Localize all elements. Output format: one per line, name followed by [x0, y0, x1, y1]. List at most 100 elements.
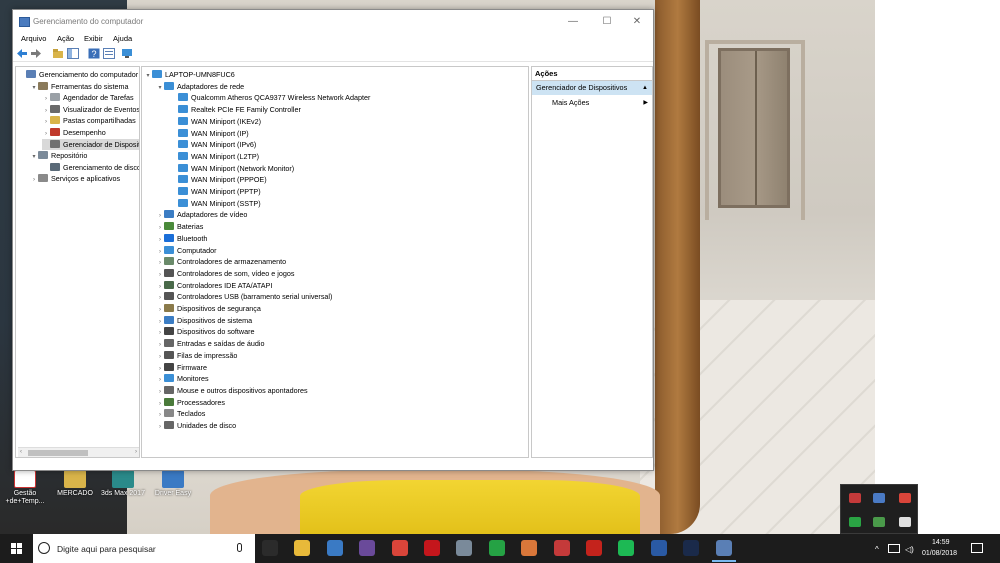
close-button[interactable]: ✕	[621, 10, 653, 34]
tree-expander-icon[interactable]: ›	[156, 422, 164, 434]
network-adapter-item[interactable]: WAN Miniport (PPPOE)	[170, 174, 267, 186]
tree-expander-icon[interactable]: ▾	[156, 83, 164, 95]
device-category-network[interactable]: ▾ Adaptadores de rede	[156, 81, 244, 93]
horizontal-scrollbar[interactable]: ‹ ›	[18, 447, 139, 457]
network-adapter-item[interactable]: Qualcomm Atheros QCA9377 Wireless Networ…	[170, 92, 370, 104]
network-adapter-item[interactable]: WAN Miniport (Network Monitor)	[170, 163, 294, 175]
desktop-icon-driver-easy[interactable]: Driver Easy	[148, 470, 198, 498]
tree-expander-icon[interactable]: ▾	[30, 83, 38, 95]
device-category-item[interactable]: › Processadores	[156, 397, 225, 409]
device-category-item[interactable]: › Controladores de som, vídeo e jogos	[156, 268, 294, 280]
tray-app-icon[interactable]	[873, 493, 885, 503]
computer-management-icon[interactable]	[711, 540, 736, 562]
menu-acao[interactable]: Ação	[57, 34, 74, 43]
clock-time[interactable]: 14:59	[932, 539, 950, 546]
instagram-icon[interactable]	[521, 540, 538, 556]
volume-icon[interactable]: ◁)	[905, 545, 914, 554]
action-center-icon[interactable]	[971, 543, 983, 553]
tree-item[interactable]: › Desempenho	[42, 127, 106, 139]
clock-date[interactable]: 01/08/2018	[922, 550, 957, 557]
up-folder-icon[interactable]	[52, 48, 64, 59]
device-category-item[interactable]: › Teclados	[156, 408, 205, 420]
app-icon[interactable]	[456, 540, 473, 556]
microphone-icon[interactable]	[237, 543, 242, 552]
device-category-item[interactable]: › Controladores USB (barramento serial un…	[156, 291, 332, 303]
tree-item[interactable]: › Pastas compartilhadas	[42, 115, 136, 127]
tray-app-icon[interactable]	[849, 493, 861, 503]
network-adapter-item[interactable]: WAN Miniport (PPTP)	[170, 186, 261, 198]
tray-app-icon[interactable]	[899, 493, 911, 503]
device-category-item[interactable]: › Baterias	[156, 221, 203, 233]
collapse-up-icon[interactable]: ▲	[642, 81, 648, 95]
device-category-item[interactable]: › Controladores IDE ATA/ATAPI	[156, 280, 272, 292]
taskbar-search-box[interactable]: Digite aqui para pesquisar	[33, 534, 255, 563]
title-bar[interactable]: Gerenciamento do computador — ☐ ✕	[13, 10, 653, 34]
netflix-icon[interactable]	[424, 540, 440, 556]
network-adapter-item[interactable]: WAN Miniport (IP)	[170, 128, 249, 140]
desktop-icon-gestao[interactable]: Gestão +de+Temp...	[0, 470, 50, 506]
actions-section-device-manager[interactable]: Gerenciador de Dispositivos ▲	[532, 81, 652, 95]
tree-item[interactable]: ▾ Repositório	[30, 150, 87, 162]
tree-item[interactable]: › Visualizador de Eventos	[42, 104, 139, 116]
console-tree-pane[interactable]: ‹ › Gerenciamento do computador ▾ Ferramen…	[15, 66, 140, 458]
more-actions-item[interactable]: Mais Ações ▶	[532, 95, 652, 111]
spotify-icon[interactable]	[618, 540, 635, 556]
forward-icon[interactable]	[30, 48, 42, 59]
tree-item[interactable]: › Serviços e aplicativos	[30, 173, 120, 185]
scroll-left-icon[interactable]: ‹	[20, 449, 22, 455]
revit-icon[interactable]	[650, 540, 667, 556]
device-category-item[interactable]: › Dispositivos de sistema	[156, 315, 252, 327]
tree-item[interactable]: Gerenciamento do computador	[18, 69, 138, 81]
autocad-icon[interactable]	[586, 540, 602, 556]
device-category-item[interactable]: › Monitores	[156, 373, 209, 385]
desktop-icon-3dsmax[interactable]: 3ds Max 2017	[98, 470, 148, 498]
network-adapter-item[interactable]: WAN Miniport (SSTP)	[170, 198, 261, 210]
chrome-icon[interactable]	[391, 540, 408, 556]
tree-expander-icon[interactable]: ▾	[30, 152, 38, 164]
show-hide-tree-icon[interactable]	[67, 48, 79, 59]
media-app-icon[interactable]	[359, 540, 376, 556]
help-icon[interactable]: ?	[88, 48, 100, 59]
start-button[interactable]	[11, 543, 23, 555]
maximize-button[interactable]: ☐	[591, 10, 623, 34]
device-category-item[interactable]: › Unidades de disco	[156, 420, 236, 432]
properties-icon[interactable]	[103, 48, 115, 59]
network-adapter-item[interactable]: Realtek PCIe FE Family Controller	[170, 104, 301, 116]
device-category-item[interactable]: › Dispositivos do software	[156, 326, 255, 338]
network-adapter-item[interactable]: WAN Miniport (IKEv2)	[170, 116, 261, 128]
device-category-item[interactable]: › Filas de impressão	[156, 350, 237, 362]
tree-item[interactable]: ▾ Ferramentas do sistema	[30, 81, 129, 93]
menu-exibir[interactable]: Exibir	[84, 34, 103, 43]
battery-icon[interactable]	[888, 544, 900, 553]
device-category-item[interactable]: › Mouse e outros dispositivos apontadores	[156, 385, 308, 397]
network-adapter-item[interactable]: WAN Miniport (IPv6)	[170, 139, 256, 151]
scroll-right-icon[interactable]: ›	[135, 449, 137, 455]
tree-item[interactable]: Gerenciamento de disco	[42, 162, 139, 174]
monitor-icon[interactable]	[121, 48, 133, 59]
menu-arquivo[interactable]: Arquivo	[21, 34, 46, 43]
scrollbar-thumb[interactable]	[28, 450, 88, 456]
device-manager-pane[interactable]: ▾ LAPTOP-UMN8FUC6 ▾ Adaptadores de rede Qual…	[141, 66, 529, 458]
tree-expander-icon[interactable]: ›	[30, 175, 38, 187]
nvidia-icon[interactable]	[849, 517, 861, 527]
tree-item[interactable]: › Agendador de Tarefas	[42, 92, 134, 104]
device-category-item[interactable]: › Controladores de armazenamento	[156, 256, 286, 268]
back-icon[interactable]	[16, 48, 28, 59]
ruby-app-icon[interactable]	[553, 540, 570, 556]
network-adapter-item[interactable]: WAN Miniport (L2TP)	[170, 151, 259, 163]
device-category-item[interactable]: › Computador	[156, 245, 217, 257]
device-category-item[interactable]: › Bluetooth	[156, 233, 207, 245]
task-view-icon[interactable]	[262, 540, 278, 556]
store-icon[interactable]	[326, 540, 343, 556]
device-category-item[interactable]: › Entradas e saídas de áudio	[156, 338, 265, 350]
device-category-item[interactable]: › Adaptadores de vídeo	[156, 209, 247, 221]
file-explorer-icon[interactable]	[294, 540, 311, 556]
tray-app-icon[interactable]	[899, 517, 911, 527]
desktop-icon-mercado[interactable]: MERCADO	[50, 470, 100, 498]
minimize-button[interactable]: —	[557, 10, 589, 34]
device-category-item[interactable]: › Dispositivos de segurança	[156, 303, 261, 315]
show-hidden-icons-chevron-icon[interactable]: ^	[875, 545, 879, 554]
device-category-item[interactable]: › Firmware	[156, 362, 207, 374]
whatsapp-icon[interactable]	[488, 540, 505, 556]
menu-ajuda[interactable]: Ajuda	[113, 34, 132, 43]
